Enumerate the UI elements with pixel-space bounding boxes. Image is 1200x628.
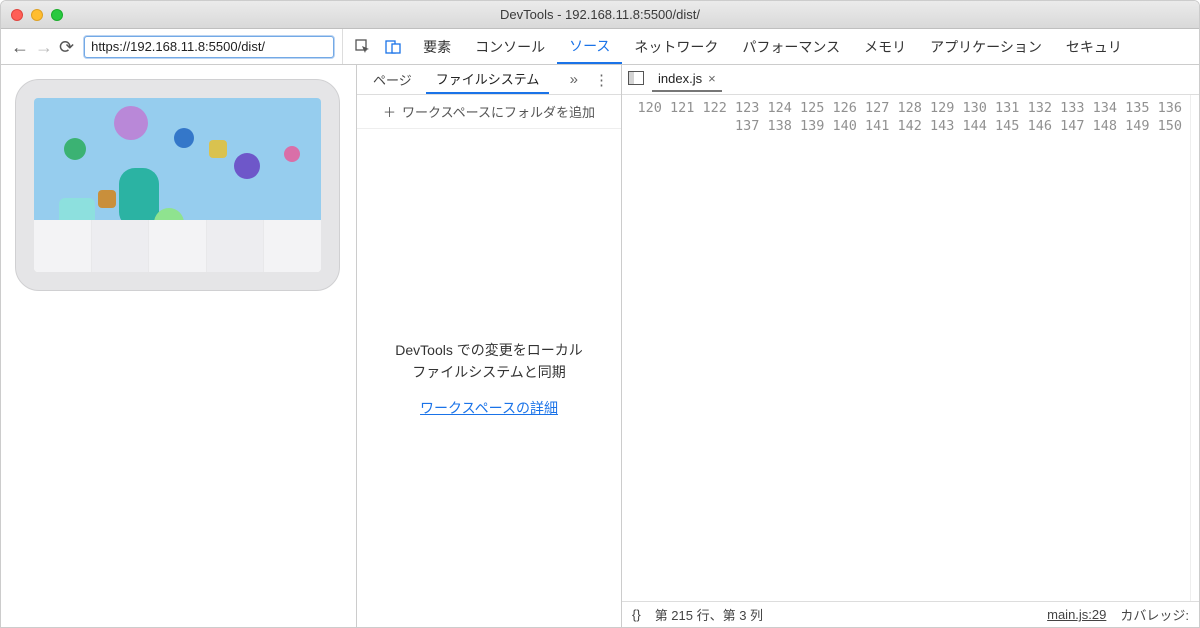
files-tab-filesystem[interactable]: ファイルシステム [426, 65, 550, 94]
files-tabs: ページ ファイルシステム » ⋮ [357, 65, 621, 95]
cursor-position: 第 215 行、第 3 列 [655, 605, 763, 624]
files-tabs-menu-icon[interactable]: ⋮ [588, 71, 615, 89]
files-tabs-more[interactable]: » [564, 71, 584, 88]
url-input[interactable] [84, 36, 334, 58]
forward-button[interactable]: → [35, 38, 53, 56]
plus-icon: ＋ [383, 102, 396, 121]
body: ページ ファイルシステム » ⋮ ＋ ワークスペースにフォルダを追加 DevTo… [1, 65, 1199, 627]
tab-performance[interactable]: パフォーマンス [730, 29, 852, 64]
titlebar: DevTools - 192.168.11.8:5500/dist/ [1, 1, 1199, 29]
code-pane: index.js × 120 121 122 123 124 125 126 1… [622, 65, 1199, 627]
braces-icon[interactable]: {} [632, 607, 641, 622]
window: DevTools - 192.168.11.8:5500/dist/ ← → ⟳… [0, 0, 1200, 628]
coverage-label: カバレッジ: [1120, 605, 1189, 624]
tab-security[interactable]: セキュリ [1054, 29, 1134, 64]
workspace-link-row: ワークスペースの詳細 [357, 398, 621, 418]
file-tab-name: index.js [658, 71, 702, 86]
file-tab[interactable]: index.js × [652, 67, 722, 92]
tab-network[interactable]: ネットワーク [622, 29, 730, 64]
workspace-message-line1: DevTools での変更をローカル [375, 339, 603, 361]
preview-screen [34, 98, 321, 272]
tab-console[interactable]: コンソール [463, 29, 557, 64]
workspace-message-line2: ファイルシステムと同期 [375, 361, 603, 383]
add-folder-label: ワークスペースにフォルダを追加 [402, 102, 595, 121]
tab-elements[interactable]: 要素 [411, 29, 463, 64]
toggle-navigator-icon[interactable] [628, 71, 644, 88]
device-frame [15, 79, 340, 291]
nav-buttons: ← → ⟳ [11, 38, 74, 56]
tab-memory[interactable]: メモリ [852, 29, 918, 64]
code-editor[interactable]: 120 121 122 123 124 125 126 127 128 129 … [622, 95, 1199, 601]
add-folder-button[interactable]: ＋ ワークスペースにフォルダを追加 [357, 95, 621, 129]
close-icon[interactable]: × [708, 71, 716, 86]
window-controls [11, 9, 63, 21]
file-tabbar: index.js × [622, 65, 1199, 95]
code-content: // コントローラモデルの追加 const controllerGrip = r… [1191, 95, 1199, 601]
device-toggle-icon[interactable] [381, 39, 405, 55]
inspect-icon[interactable] [351, 39, 375, 55]
files-pane: ページ ファイルシステム » ⋮ ＋ ワークスペースにフォルダを追加 DevTo… [357, 65, 622, 627]
window-title: DevTools - 192.168.11.8:5500/dist/ [1, 7, 1199, 22]
toolbar: ← → ⟳ 要素 コンソール ソース ネットワーク パフォーマンス メモリ アプ… [1, 29, 1199, 65]
devtools-tabs: 要素 コンソール ソース ネットワーク パフォーマンス メモリ アプリケーション… [342, 29, 1199, 64]
files-tab-page[interactable]: ページ [363, 66, 422, 93]
back-button[interactable]: ← [11, 38, 29, 56]
close-window-button[interactable] [11, 9, 23, 21]
minimize-window-button[interactable] [31, 9, 43, 21]
reload-button[interactable]: ⟳ [59, 38, 74, 56]
maximize-window-button[interactable] [51, 9, 63, 21]
workspace-message: DevTools での変更をローカル ファイルシステムと同期 [357, 339, 621, 384]
preview-pane [1, 65, 357, 627]
statusbar-link[interactable]: main.js:29 [1047, 607, 1106, 622]
statusbar: {} 第 215 行、第 3 列 main.js:29 カバレッジ: [622, 601, 1199, 627]
workspace-link[interactable]: ワークスペースの詳細 [420, 400, 558, 416]
tab-application[interactable]: アプリケーション [918, 29, 1054, 64]
tab-sources[interactable]: ソース [557, 29, 622, 64]
gutter: 120 121 122 123 124 125 126 127 128 129 … [622, 95, 1191, 601]
